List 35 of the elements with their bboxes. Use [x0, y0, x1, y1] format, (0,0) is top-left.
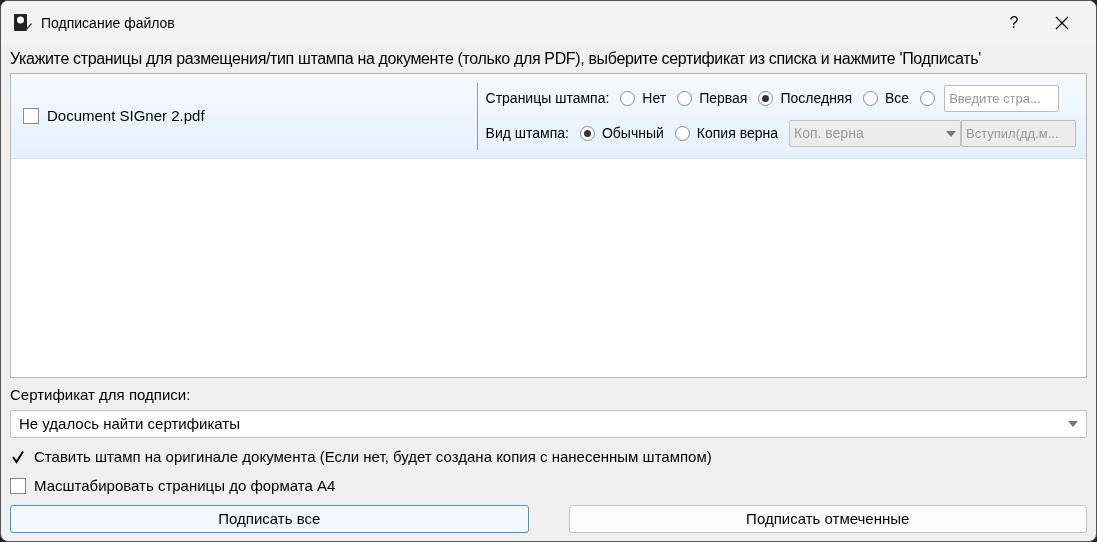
radio-label: Последняя: [780, 89, 853, 108]
radio-button[interactable]: [920, 91, 936, 106]
field-label: Страницы штампа:: [485, 89, 610, 108]
checkbox-label: Ставить штамп на оригинале документа (Если нет, будет создана копия с нанесенным штампом): [34, 447, 712, 467]
instruction-text: Укажите страницы для размещения/тип штампа на документе (только для PDF), выберите сертификат из списка и нажмите 'Подписать': [10, 49, 982, 69]
sign-button[interactable]: Подписать все: [10, 505, 529, 533]
help-button[interactable]: ?: [990, 1, 1038, 45]
checkbox-label: Масштабировать страницы до формата A4: [34, 475, 336, 496]
dropdown-value: Коп. верна: [794, 124, 864, 143]
checkbox[interactable]: [10, 477, 26, 494]
radio-label: Нет: [642, 89, 667, 108]
sign-button[interactable]: Подписать отмеченные: [568, 505, 1087, 533]
radio-button[interactable]: [579, 126, 595, 141]
radio-button[interactable]: [677, 91, 693, 106]
window-title: Подписание файлов: [41, 13, 175, 33]
certificate-dropdown[interactable]: Не удалось найти сертификаты: [10, 410, 1087, 438]
radio-label: Все: [885, 89, 910, 108]
dropdown-value: Не удалось найти сертификаты: [19, 413, 240, 434]
file-name: Document SIGner 2.pdf: [47, 105, 205, 126]
radio-button[interactable]: [863, 91, 879, 106]
certificate-label: Сертификат для подписи:: [10, 384, 192, 405]
radio-button[interactable]: [674, 126, 690, 141]
radio-button[interactable]: [758, 91, 774, 106]
checkbox[interactable]: [10, 449, 26, 466]
dropdown-caret-icon: [946, 130, 956, 137]
dropdown-caret-icon: [1068, 421, 1078, 427]
close-icon: [1055, 16, 1069, 30]
page-input-field[interactable]: Введите стра...: [944, 85, 1060, 112]
radio-label: Копия верна: [696, 124, 778, 143]
app-icon: [13, 13, 33, 33]
radio-label: Обычный: [601, 124, 664, 143]
field-label: Вид штампа:: [485, 124, 569, 143]
radio-label: Первая: [699, 89, 748, 108]
checkbox[interactable]: [23, 108, 39, 124]
radio-button[interactable]: [620, 91, 636, 106]
